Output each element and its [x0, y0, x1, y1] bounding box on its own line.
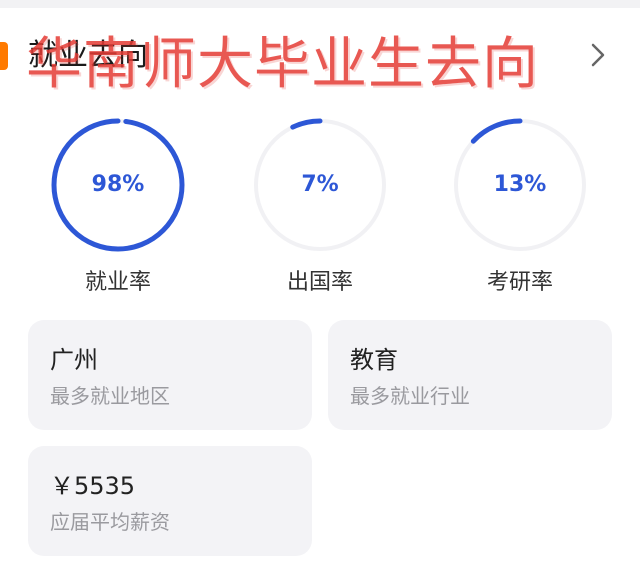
card-value: 教育 — [350, 346, 398, 374]
card-average-salary[interactable]: ￥5535 应届平均薪资 — [28, 446, 312, 556]
card-description: 应届平均薪资 — [50, 510, 170, 534]
section-accent-bar — [0, 42, 8, 70]
stat-postgraduate-rate: 13% 考研率 — [450, 118, 590, 298]
stat-percent: 13% — [493, 172, 547, 197]
card-value: 广州 — [50, 346, 98, 374]
card-top-employment-region[interactable]: 广州 最多就业地区 — [28, 320, 312, 430]
stat-percent: 7% — [301, 172, 339, 197]
card-description: 最多就业地区 — [50, 384, 170, 408]
stat-label: 考研率 — [486, 270, 553, 295]
stat-label: 出国率 — [286, 270, 353, 295]
overlay-handwritten-title: 华南师大毕业生去向 — [26, 32, 539, 97]
card-top-employment-industry[interactable]: 教育 最多就业行业 — [328, 320, 612, 430]
top-divider — [0, 0, 640, 8]
chevron-right-icon[interactable] — [588, 40, 608, 70]
card-description: 最多就业行业 — [350, 384, 470, 408]
graduate-destination-page: 就业去向 华南师大毕业生去向 98% 就业率 7% 出国率 13% 考研率 广州… — [0, 0, 640, 564]
card-value: ￥5535 — [50, 472, 136, 500]
stat-study-abroad-rate: 7% 出国率 — [250, 118, 390, 298]
stat-percent: 98% — [91, 172, 145, 197]
stat-label: 就业率 — [84, 270, 151, 295]
stat-employment-rate: 98% 就业率 — [48, 118, 188, 298]
